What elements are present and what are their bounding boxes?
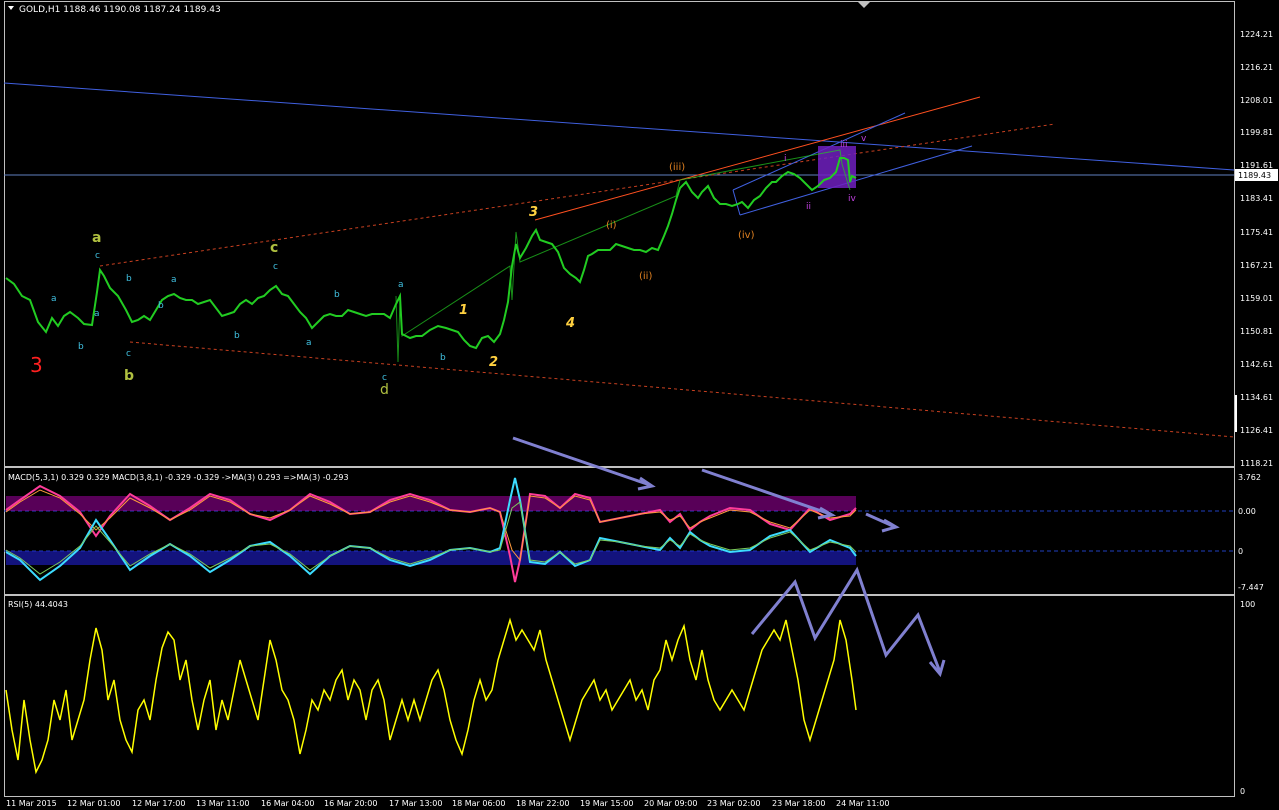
time-tick: 17 Mar 13:00 [389, 799, 442, 808]
chart-shift-marker-icon[interactable] [858, 2, 870, 8]
wave-label-1: 1 [459, 303, 468, 318]
wave-label-a: a [92, 230, 101, 246]
dashed-lower-line[interactable] [129, 341, 1235, 438]
price-tick: 1216.21 [1240, 63, 1273, 72]
arrow-macd-1 [512, 436, 651, 487]
wave-label-small-a: a [306, 338, 312, 348]
macd-axis-tick: -7.447 [1238, 583, 1264, 592]
wave-label-iii: iii [840, 140, 848, 150]
time-tick: 23 Mar 18:00 [772, 799, 825, 808]
candle-wicks [395, 149, 851, 363]
macd-axis: 3.762 0.00 0 -7.447 [1238, 473, 1264, 592]
rsi-axis-tick: 0 [1240, 787, 1245, 796]
wave-label-2: 2 [489, 355, 498, 370]
wave-label-small-a: a [171, 275, 177, 285]
dropdown-triangle-icon[interactable] [8, 6, 14, 10]
time-tick: 18 Mar 06:00 [452, 799, 505, 808]
wave-label-(iv): (iv) [738, 230, 755, 241]
time-tick: 23 Mar 02:00 [707, 799, 760, 808]
wave-label-i: i [784, 154, 787, 164]
wave-label-b: b [124, 368, 134, 384]
wave-label-small-b: b [126, 274, 132, 284]
chart-window[interactable]: GOLD,H1 1188.46 1190.08 1187.24 1189.43 … [0, 0, 1279, 810]
rsi-line [5, 617, 857, 775]
wave-label-ii: ii [806, 202, 811, 212]
wave-label-d: d [380, 382, 389, 398]
rsi-axis-tick: 100 [1240, 600, 1255, 609]
time-tick: 12 Mar 17:00 [132, 799, 185, 808]
price-tick: 1150.81 [1240, 327, 1273, 336]
wave-label-small-c: c [126, 349, 131, 359]
time-tick: 12 Mar 01:00 [67, 799, 120, 808]
price-tick: 1142.61 [1240, 360, 1273, 369]
orange-channel-line[interactable] [534, 96, 981, 221]
main-chart-title: GOLD,H1 1188.46 1190.08 1187.24 1189.43 [19, 5, 221, 15]
price-candles [5, 157, 857, 350]
long-blue-trendline[interactable] [3, 82, 1235, 171]
macd-axis-tick: 0.00 [1238, 507, 1256, 516]
wave-label-iv: iv [848, 194, 857, 204]
wave-label-3-red: 3 [30, 353, 43, 377]
wave-label-(iii): (iii) [669, 162, 685, 173]
price-tick: 1159.01 [1240, 294, 1273, 303]
price-tick: 1208.01 [1240, 96, 1273, 105]
time-tick: 16 Mar 20:00 [324, 799, 377, 808]
arrow-rsi-zigzag [750, 566, 942, 673]
wave-label-c: c [270, 240, 278, 256]
wave-label-small-b: b [234, 331, 240, 341]
dashed-upper-line[interactable] [99, 123, 1056, 267]
price-tick: 1183.41 [1240, 194, 1273, 203]
main-chart-frame [4, 1, 1235, 467]
wave-label-small-b: b [78, 342, 84, 352]
price-tick: 1118.21 [1240, 459, 1273, 468]
rsi-panel-frame [4, 595, 1235, 797]
macd-axis-tick: 0 [1238, 547, 1243, 556]
price-axis: 1224.21 1216.21 1208.01 1199.81 1191.61 … [1240, 30, 1273, 468]
time-tick: 20 Mar 09:00 [644, 799, 697, 808]
time-tick: 11 Mar 2015 [6, 799, 57, 808]
price-tick: 1175.41 [1240, 228, 1273, 237]
wave-label-small-a: a [398, 280, 404, 290]
macd-panel-frame [4, 467, 1235, 595]
time-tick: 24 Mar 11:00 [836, 799, 889, 808]
wave-label-small-c: c [382, 373, 387, 383]
price-tick: 1199.81 [1240, 128, 1273, 137]
time-tick: 13 Mar 11:00 [196, 799, 249, 808]
wave-label-small-a: a [51, 294, 57, 304]
price-tick: 1126.41 [1240, 426, 1273, 435]
rsi-title: RSI(5) 44.4043 [8, 600, 68, 609]
rsi-axis: 100 0 [1240, 600, 1255, 796]
wave-label-small-a: a [94, 309, 100, 319]
wave-label-small-b: b [158, 301, 164, 311]
current-price-label: 1189.43 [1238, 171, 1271, 180]
price-tick: 1134.61 [1240, 393, 1273, 402]
macd-title: MACD(5,3,1) 0.329 0.329 MACD(3,8,1) -0.3… [8, 473, 349, 482]
wave-labels: 3 a b c d c c c c a b a b b a b a b a b … [30, 134, 867, 398]
wave-label-v: v [861, 134, 867, 144]
macd-axis-tick: 3.762 [1238, 473, 1261, 482]
wave-label-3: 3 [529, 205, 538, 220]
time-tick: 18 Mar 22:00 [516, 799, 569, 808]
wave-label-small-b: b [334, 290, 340, 300]
time-tick: 16 Mar 04:00 [261, 799, 314, 808]
wave-label-(i): (i) [606, 220, 617, 231]
wave-label-small-c: c [273, 262, 278, 272]
wave-label-small-c: c [95, 251, 100, 261]
wave-label-4: 4 [565, 316, 575, 331]
price-tick: 1191.61 [1240, 161, 1273, 170]
wave-label-small-b: b [440, 353, 446, 363]
wave-label-(ii): (ii) [639, 271, 652, 282]
price-tick: 1167.21 [1240, 261, 1273, 270]
price-tick: 1224.21 [1240, 30, 1273, 39]
time-axis: 11 Mar 2015 12 Mar 01:00 12 Mar 17:00 13… [6, 799, 889, 808]
time-tick: 19 Mar 15:00 [580, 799, 633, 808]
